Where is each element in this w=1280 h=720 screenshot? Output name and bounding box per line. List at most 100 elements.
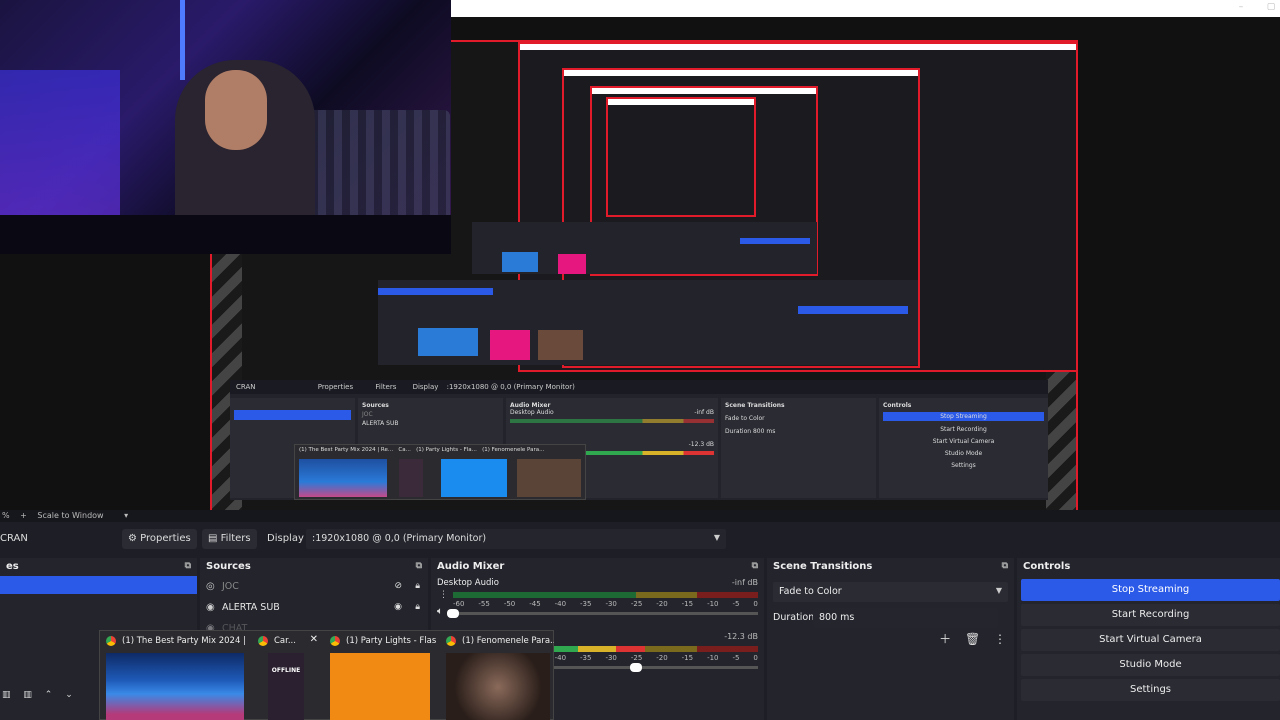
scale-to-window-dropdown[interactable]: Scale to Window ▾ <box>37 511 136 520</box>
gear-icon: ⚙ <box>128 533 137 544</box>
nested-frame-4 <box>606 97 756 217</box>
preview-canvas[interactable]: – ▢ CRAN Properties Filters Display:192… <box>0 0 1280 510</box>
undock-icon[interactable]: ⧉ <box>185 561 191 571</box>
start-recording-button[interactable]: Start Recording <box>1021 604 1280 626</box>
meter-tick-label: -35 <box>580 654 592 662</box>
display-select[interactable]: :1920x1080 @ 0,0 (Primary Monitor) ▼ <box>306 529 726 549</box>
webcam-source <box>0 0 451 254</box>
meter-tick-label: -40 <box>554 654 567 662</box>
nested-obs-large: CRAN Properties Filters Display :1920x10… <box>230 380 1048 500</box>
chevron-down-icon: ▼ <box>713 533 720 542</box>
meter-tick-label: -10 <box>707 600 719 608</box>
lock-icon[interactable]: 🔒︎ <box>415 581 420 591</box>
speaker-icon[interactable]: 🔈︎ <box>437 606 443 617</box>
chrome-icon <box>446 636 456 646</box>
sources-dock-header: Sources ⧉ <box>206 561 422 572</box>
undock-icon[interactable]: ⧉ <box>752 561 758 571</box>
transition-select[interactable]: Fade to Color ▼ <box>773 582 1008 602</box>
meter-tick-label: -15 <box>681 654 694 662</box>
scene-item[interactable] <box>0 594 197 612</box>
add-icon[interactable]: + <box>20 511 27 520</box>
chevron-down-icon: ▼ <box>995 586 1002 595</box>
chrome-icon <box>258 636 268 646</box>
taskbar-preview-car[interactable]: Car... ✕ OFFLINE <box>252 631 322 720</box>
transition-actions: ＋ 🗑︎ ⋮ <box>929 630 1006 647</box>
meter-tick-label: -25 <box>630 600 643 608</box>
window-title-bar: – ▢ <box>451 0 1280 17</box>
volume-slider[interactable] <box>447 609 758 618</box>
taskbar-preview-party-lights[interactable]: (1) Party Lights - Flas... <box>324 631 436 720</box>
undock-icon[interactable]: ⧉ <box>1002 561 1008 571</box>
start-virtual-camera-button[interactable]: Start Virtual Camera <box>1021 629 1280 651</box>
game-capture-icon: ◎ <box>206 581 215 592</box>
minimize-icon[interactable]: – <box>1236 2 1246 12</box>
meter-tick-label: -5 <box>732 600 740 608</box>
taskbar-window-previews: (1) The Best Party Mix 2024 | Re... Car.… <box>99 630 554 720</box>
hidden-eye-icon[interactable]: ⊘ <box>394 581 402 591</box>
taskbar-preview-fenomenele[interactable]: (1) Fenomenele Para... <box>440 631 554 720</box>
filters-button[interactable]: ▤ Filters <box>202 529 257 549</box>
meter-tick-label: 0 <box>753 600 758 608</box>
chevron-up-icon[interactable]: ⌃ <box>45 690 53 700</box>
volume-meter <box>453 592 758 598</box>
thumbnail <box>106 653 244 720</box>
undock-icon[interactable]: ⧉ <box>416 561 422 571</box>
meter-tick-label: -30 <box>605 654 617 662</box>
scenes-dock-toolbar: ▥ ▥ ⌃ ⌄ <box>0 690 100 706</box>
kebab-menu-icon[interactable]: ⋮ <box>994 632 1006 646</box>
chrome-icon <box>330 636 340 646</box>
channel-db: -inf dB <box>731 578 758 587</box>
chrome-icon <box>106 636 116 646</box>
filter-icon: ▤ <box>208 533 218 544</box>
taskbar-preview-party-mix[interactable]: (1) The Best Party Mix 2024 | Re... <box>100 631 248 720</box>
source-item-alerta-sub[interactable]: ◉ ALERTA SUB ◉ 🔒︎ <box>200 597 428 618</box>
meter-tick-label: -20 <box>656 654 668 662</box>
meter-tick-label: 0 <box>753 654 758 662</box>
properties-button[interactable]: ⚙ Properties <box>122 529 197 549</box>
display-label: Display <box>267 533 304 544</box>
thumbnail <box>446 653 550 720</box>
studio-mode-button[interactable]: Studio Mode <box>1021 654 1280 676</box>
lock-icon[interactable]: 🔒︎ <box>415 602 420 612</box>
scene-item[interactable] <box>0 576 197 594</box>
controls-dock: Controls Stop Streaming Start Recording … <box>1017 558 1280 720</box>
meter-tick-label: -10 <box>707 654 719 662</box>
meter-scale: -60-55-50-45-40-35-30-25-20-15-10-50 <box>453 600 758 608</box>
scene-transitions-dock: Scene Transitions ⧉ Fade to Color ▼ Dura… <box>767 558 1014 720</box>
meter-tick-label: -20 <box>656 600 668 608</box>
transition-duration: Duration 800 ms <box>767 608 1014 630</box>
meter-tick-label: -5 <box>732 654 740 662</box>
meter-tick-label: -45 <box>529 600 541 608</box>
controls-header: Controls <box>1023 561 1071 572</box>
filter-icon[interactable]: ▥ <box>2 690 11 700</box>
thumbnail: OFFLINE <box>268 653 304 720</box>
duration-spinbox[interactable]: 800 ms <box>813 608 998 628</box>
channel-name: Desktop Audio <box>437 578 499 588</box>
filter-icon[interactable]: ▥ <box>23 690 32 700</box>
thumbnail <box>330 653 430 720</box>
chevron-down-icon[interactable]: ⌄ <box>65 690 73 700</box>
add-icon[interactable]: ＋ <box>939 632 951 646</box>
stop-streaming-button[interactable]: Stop Streaming <box>1021 579 1280 601</box>
nested-obs-small <box>378 280 918 365</box>
meter-tick-label: -55 <box>478 600 490 608</box>
mixer-channel-desktop-audio: Desktop Audio -inf dB ⋮ -60 -55 -50 -45 -40-… <box>431 576 764 630</box>
meter-tick-label: -40 <box>554 600 567 608</box>
trash-icon[interactable]: 🗑︎ <box>965 632 980 646</box>
nested-controls: Controls Stop Streaming Start Recording … <box>879 398 1048 498</box>
eye-icon[interactable]: ◉ <box>394 602 402 612</box>
maximize-icon[interactable]: ▢ <box>1266 2 1276 12</box>
close-icon[interactable]: ✕ <box>310 634 318 645</box>
nested-transitions: Scene Transitions Fade to Color Duration… <box>721 398 876 498</box>
meter-tick-label: -25 <box>630 654 643 662</box>
meter-tick-label: -30 <box>605 600 617 608</box>
channel-db: -12.3 dB <box>724 632 758 641</box>
source-item-joc[interactable]: ◎ JOC ⊘ 🔒︎ <box>200 576 428 597</box>
zoom-readout: % <box>2 511 10 520</box>
meter-tick-label: -50 <box>503 600 516 608</box>
scenes-dock-header: es ⧉ <box>6 561 191 572</box>
nested-toolbar: CRAN Properties Filters Display :1920x10… <box>230 380 1048 394</box>
kebab-menu-icon[interactable]: ⋮ <box>439 590 448 600</box>
settings-button[interactable]: Settings <box>1021 679 1280 701</box>
chevron-down-icon: ▾ <box>124 511 129 520</box>
